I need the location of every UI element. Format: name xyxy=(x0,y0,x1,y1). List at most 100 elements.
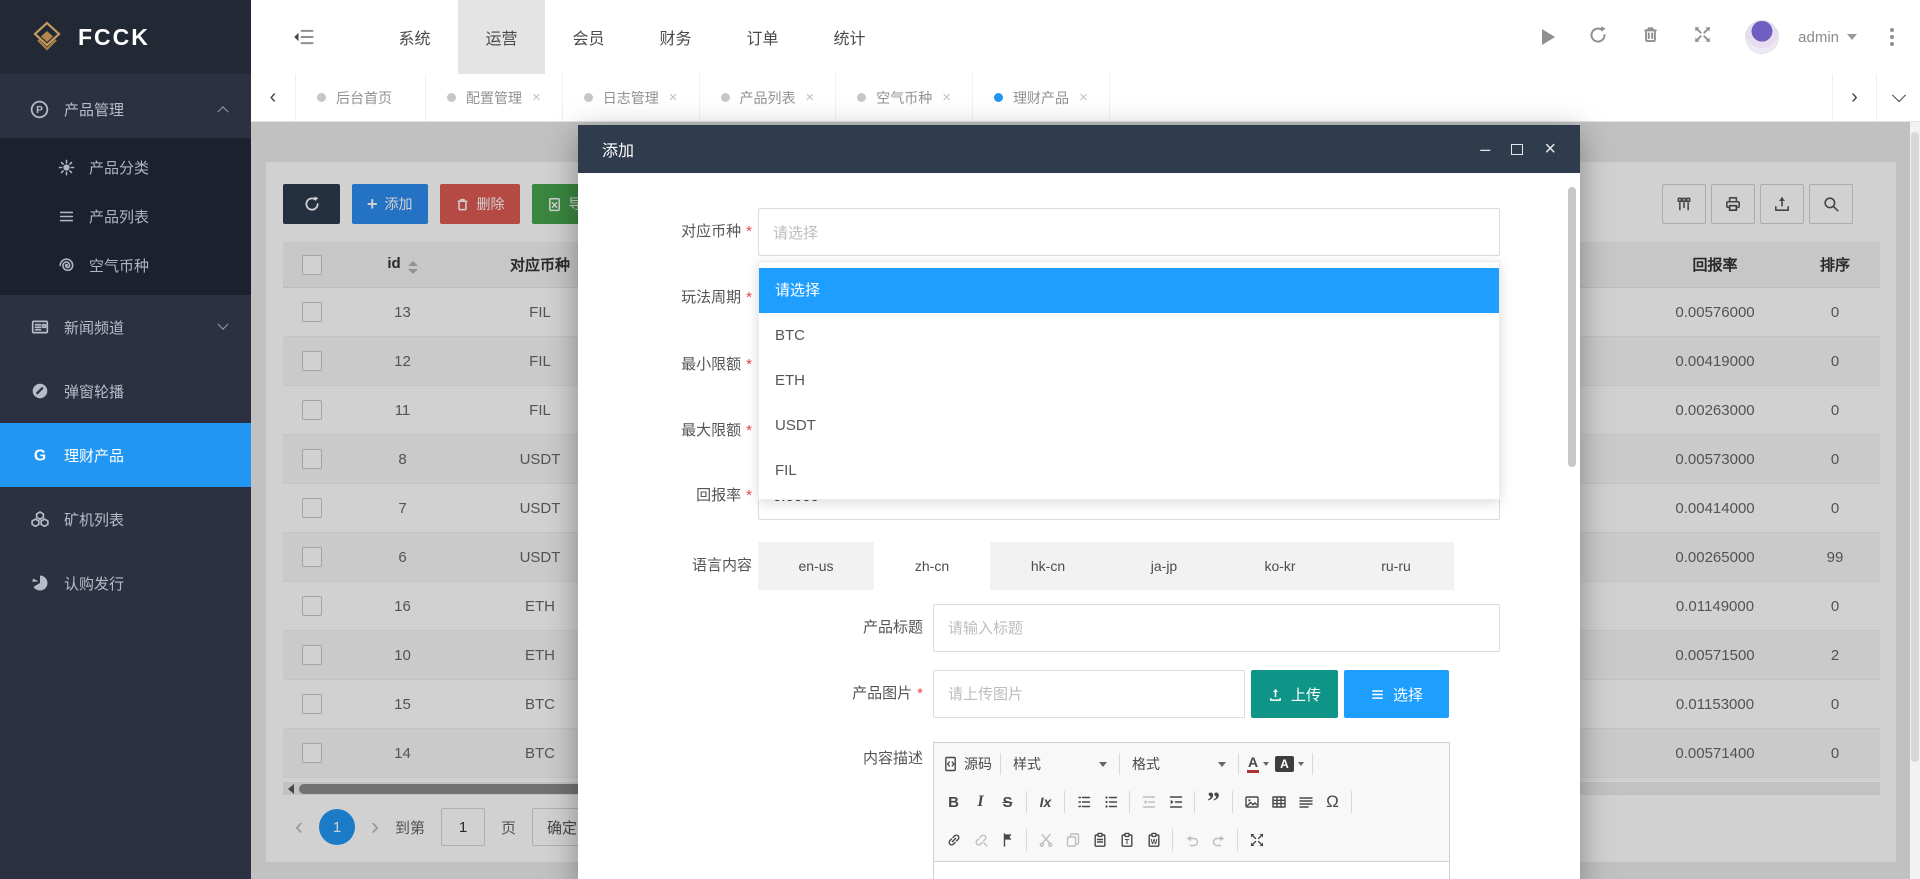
page-tab[interactable]: 理财产品 × xyxy=(973,74,1110,121)
insert-image-button[interactable] xyxy=(1238,789,1265,816)
sidebar-item-miner-list[interactable]: 矿机列表 xyxy=(0,487,251,551)
sidebar-item-label: 矿机列表 xyxy=(64,509,124,530)
format-combo[interactable]: 格式 xyxy=(1125,751,1233,777)
sidebar-item-subscription[interactable]: 认购发行 xyxy=(0,551,251,615)
avatar[interactable] xyxy=(1745,20,1779,54)
horizontal-rule-button[interactable] xyxy=(1292,789,1319,816)
sidebar-item-air-coin[interactable]: 空气币种 xyxy=(0,241,251,290)
dropdown-option[interactable]: ETH xyxy=(759,358,1499,403)
language-tab[interactable]: en-us xyxy=(758,542,874,590)
coin-select[interactable]: 请选择 xyxy=(758,208,1500,256)
tabs: 后台首页 配置管理 × 日志管理 × 产品列表 xyxy=(296,74,1110,121)
tab-close-icon[interactable]: × xyxy=(532,89,541,106)
paste-button[interactable] xyxy=(1086,827,1113,854)
sidebar-item-product-list[interactable]: 产品列表 xyxy=(0,192,251,241)
top-nav-item[interactable]: 统计 xyxy=(806,0,893,74)
top-nav-item[interactable]: 财务 xyxy=(632,0,719,74)
top-nav-item[interactable]: 会员 xyxy=(545,0,632,74)
italic-button[interactable]: I xyxy=(967,789,994,816)
sidebar-item-finance-product[interactable]: G 理财产品 xyxy=(0,423,251,487)
language-tab[interactable]: ja-jp xyxy=(1106,542,1222,590)
tabs-scroll-left[interactable]: ‹ xyxy=(251,74,296,121)
tabs-menu-toggle[interactable] xyxy=(1876,74,1920,121)
tab-close-icon[interactable]: × xyxy=(1079,89,1088,106)
blockquote-button[interactable]: ” xyxy=(1200,792,1227,812)
paste-text-button[interactable]: T xyxy=(1113,827,1140,854)
category-gear-icon xyxy=(57,158,76,177)
ordered-list-button[interactable] xyxy=(1070,789,1097,816)
product-title-input[interactable] xyxy=(933,604,1500,652)
style-combo[interactable]: 样式 xyxy=(1006,751,1114,777)
top-nav-item[interactable]: 订单 xyxy=(719,0,806,74)
minimize-icon[interactable]: – xyxy=(1480,140,1490,158)
page-tab[interactable]: 产品列表 × xyxy=(700,74,837,121)
play-icon[interactable] xyxy=(1542,29,1555,45)
sidebar-item-product-category[interactable]: 产品分类 xyxy=(0,143,251,192)
refresh-icon[interactable] xyxy=(1588,25,1608,50)
dropdown-option[interactable]: USDT xyxy=(759,403,1499,448)
dropdown-option[interactable]: 请选择 xyxy=(759,268,1499,313)
special-char-button[interactable]: Ω xyxy=(1319,789,1346,816)
fullscreen-icon[interactable] xyxy=(1693,25,1712,49)
maximize-editor-button[interactable] xyxy=(1243,827,1270,854)
page-tab[interactable]: 后台首页 xyxy=(296,74,426,121)
choose-button[interactable]: 选择 xyxy=(1344,670,1449,718)
language-tab[interactable]: ko-kr xyxy=(1222,542,1338,590)
language-tab[interactable]: ru-ru xyxy=(1338,542,1454,590)
link-button[interactable] xyxy=(940,827,967,854)
text-color-button[interactable]: A xyxy=(1244,751,1272,778)
page-tab[interactable]: 空气币种 × xyxy=(836,74,973,121)
paste-text-icon: T xyxy=(1119,832,1135,848)
caret-down-icon xyxy=(1099,762,1107,767)
top-nav-item[interactable]: 运营 xyxy=(458,0,545,74)
paste-word-button[interactable]: W xyxy=(1140,827,1167,854)
bullet-list-button[interactable] xyxy=(1097,789,1124,816)
indent-button[interactable] xyxy=(1162,789,1189,816)
svg-text:P: P xyxy=(36,105,43,116)
page-tab[interactable]: 配置管理 × xyxy=(426,74,563,121)
product-manage-icon: P xyxy=(30,100,49,119)
kebab-menu-icon[interactable] xyxy=(1890,28,1894,46)
trash-icon[interactable] xyxy=(1641,25,1660,49)
close-icon[interactable]: × xyxy=(1544,139,1556,159)
tab-dot-icon xyxy=(584,93,593,102)
page-tab[interactable]: 日志管理 × xyxy=(563,74,700,121)
dropdown-option[interactable]: FIL xyxy=(759,448,1499,493)
upload-button[interactable]: 上传 xyxy=(1251,670,1338,718)
sidebar-item-label: 新闻频道 xyxy=(64,317,124,338)
dropdown-option[interactable]: BTC xyxy=(759,313,1499,358)
tabs-scroll-right[interactable]: › xyxy=(1832,74,1876,121)
sidebar-item-news[interactable]: 新闻频道 xyxy=(0,295,251,359)
tab-close-icon[interactable]: × xyxy=(806,89,815,106)
language-tabs: en-uszh-cnhk-cnja-jpko-krru-ru xyxy=(758,542,1454,590)
language-tab[interactable]: zh-cn xyxy=(874,542,990,590)
chevron-down-icon xyxy=(217,319,228,330)
maximize-icon[interactable] xyxy=(1511,144,1523,155)
modal-scroll-thumb[interactable] xyxy=(1568,187,1576,467)
page-scroll-thumb[interactable] xyxy=(1911,132,1919,762)
language-tab[interactable]: hk-cn xyxy=(990,542,1106,590)
sidebar-group-product[interactable]: P 产品管理 xyxy=(0,80,251,138)
anchor-button[interactable] xyxy=(994,827,1021,854)
insert-table-button[interactable] xyxy=(1265,789,1292,816)
undo-icon xyxy=(1184,832,1200,848)
tab-close-icon[interactable]: × xyxy=(942,89,951,106)
bullet-list-icon xyxy=(1103,794,1119,810)
source-button[interactable]: 源码 xyxy=(940,751,995,778)
tab-close-icon[interactable]: × xyxy=(669,89,678,106)
user-menu[interactable]: admin xyxy=(1798,29,1857,46)
strikethrough-button[interactable]: S xyxy=(994,789,1021,816)
page-scrollbar[interactable] xyxy=(1910,122,1920,879)
remove-format-button[interactable]: Ix xyxy=(1032,789,1059,816)
chevron-down-icon xyxy=(1891,88,1905,102)
editor-content[interactable] xyxy=(934,862,1449,879)
sidebar-item-label: 空气币种 xyxy=(89,255,149,276)
bg-color-button[interactable]: A xyxy=(1272,751,1307,778)
sidebar-collapse-icon[interactable] xyxy=(293,27,315,47)
product-image-input[interactable] xyxy=(933,670,1245,718)
bold-button[interactable]: B xyxy=(940,789,967,816)
svg-text:G: G xyxy=(33,448,45,464)
sidebar-item-label: 认购发行 xyxy=(64,573,124,594)
sidebar-item-popup-carousel[interactable]: 弹窗轮播 xyxy=(0,359,251,423)
top-nav-item[interactable]: 系统 xyxy=(371,0,458,74)
